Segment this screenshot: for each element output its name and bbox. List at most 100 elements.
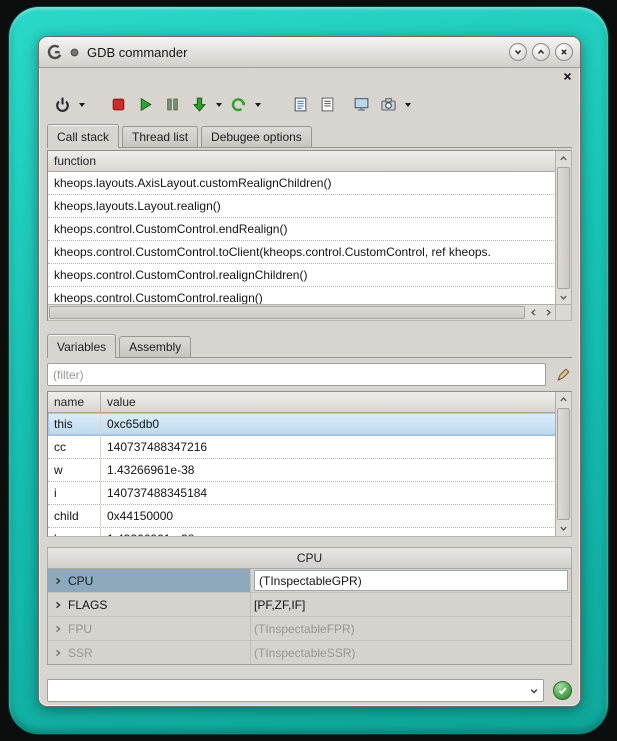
snapshot-button[interactable]	[375, 91, 401, 117]
variable-value: 0x44150000	[101, 505, 556, 527]
dropdown-chevron-icon	[79, 103, 85, 110]
cpu-row-value-cell	[251, 569, 571, 592]
scroll-left-button[interactable]	[526, 305, 541, 320]
cpu-row-value-cell: (TInspectableFPR)	[251, 617, 571, 640]
variable-row[interactable]: i 140737488345184	[48, 482, 556, 505]
cpu-row[interactable]: FLAGS [PF,ZF,IF]	[48, 593, 571, 617]
cpu-row[interactable]: CPU	[48, 569, 571, 593]
cpu-register-grid: CPU FLAGS [PF,ZF,IF] FPU	[47, 569, 572, 665]
call-stack-row[interactable]: kheops.control.CustomControl.toClient(kh…	[48, 241, 556, 264]
app-subicon	[69, 47, 80, 58]
tab-call-stack[interactable]: Call stack	[47, 124, 119, 148]
variables-vertical-scrollbar[interactable]	[555, 392, 571, 536]
document-button[interactable]	[287, 91, 313, 117]
step-over-menu-button[interactable]	[252, 91, 263, 117]
variable-row[interactable]: cc 140737488347216	[48, 436, 556, 459]
variable-value: 140737488345184	[101, 482, 556, 504]
variable-row[interactable]: this 0xc65db0	[48, 413, 556, 436]
cpu-row-name-cell: CPU	[48, 569, 251, 592]
list-icon	[319, 96, 336, 113]
command-dropdown-button[interactable]	[526, 681, 542, 700]
close-button[interactable]	[555, 43, 573, 61]
step-into-button[interactable]	[186, 91, 212, 117]
power-icon	[54, 96, 71, 113]
variable-row[interactable]: b 1.43266961e-38	[48, 528, 556, 536]
call-stack-horizontal-scrollbar[interactable]	[48, 304, 556, 320]
variable-value: 1.43266961e-38	[101, 459, 556, 481]
run-button[interactable]	[132, 91, 158, 117]
variable-row[interactable]: w 1.43266961e-38	[48, 459, 556, 482]
debug-toolbar	[39, 83, 580, 123]
power-menu-button[interactable]	[76, 91, 87, 117]
pause-icon	[164, 96, 181, 113]
column-header-value[interactable]: value	[101, 395, 556, 409]
gdb-commander-window: GDB commander	[38, 36, 581, 707]
watch-window-button[interactable]	[348, 91, 374, 117]
scroll-right-button[interactable]	[541, 305, 556, 320]
dock-close-button[interactable]	[561, 70, 574, 83]
variable-row[interactable]: child 0x44150000	[48, 505, 556, 528]
stop-button[interactable]	[105, 91, 131, 117]
command-row	[47, 679, 572, 702]
step-into-menu-button[interactable]	[213, 91, 224, 117]
variables-table: name value this 0xc65db0 cc 140737488347…	[48, 392, 556, 536]
window-title: GDB commander	[87, 45, 187, 60]
tab-thread-list[interactable]: Thread list	[122, 126, 198, 147]
filter-input[interactable]	[47, 363, 546, 386]
cpu-row-name-cell: FPU	[48, 617, 251, 640]
scroll-thumb[interactable]	[557, 167, 570, 289]
window-client-area: Call stack Thread list Debugee options f…	[39, 68, 580, 706]
scroll-down-button[interactable]	[556, 521, 571, 536]
play-icon	[137, 96, 154, 113]
call-stack-row[interactable]: kheops.layouts.AxisLayout.customRealignC…	[48, 172, 556, 195]
scroll-up-button[interactable]	[556, 151, 571, 166]
power-button[interactable]	[49, 91, 75, 117]
scroll-thumb[interactable]	[49, 306, 525, 319]
expander-chevron-icon[interactable]	[52, 575, 64, 587]
tab-debugee-options[interactable]: Debugee options	[201, 126, 312, 147]
tab-variables[interactable]: Variables	[47, 334, 116, 358]
minimize-button[interactable]	[509, 43, 527, 61]
cpu-row[interactable]: FPU (TInspectableFPR)	[48, 617, 571, 641]
tab-assembly[interactable]: Assembly	[119, 336, 191, 357]
scroll-thumb[interactable]	[557, 408, 570, 520]
snapshot-menu-button[interactable]	[402, 91, 413, 117]
scroll-down-button[interactable]	[556, 290, 571, 305]
list-button[interactable]	[314, 91, 340, 117]
confirm-button[interactable]	[553, 681, 572, 700]
inspector-tab-bar: Variables Assembly	[47, 333, 572, 358]
cpu-row-label: FPU	[68, 622, 92, 636]
stop-icon	[110, 96, 127, 113]
column-header-name[interactable]: name	[48, 392, 101, 412]
call-stack-list: function kheops.layouts.AxisLayout.custo…	[48, 151, 556, 305]
call-stack-row[interactable]: kheops.control.CustomControl.endRealign(…	[48, 218, 556, 241]
step-over-button[interactable]	[225, 91, 251, 117]
cpu-value-editor[interactable]	[254, 570, 568, 591]
chevron-down-icon	[559, 524, 568, 533]
command-input[interactable]	[47, 679, 544, 702]
pause-button[interactable]	[159, 91, 185, 117]
titlebar[interactable]: GDB commander	[39, 37, 580, 68]
pen-hand-icon	[555, 367, 571, 383]
maximize-button[interactable]	[532, 43, 550, 61]
expander-chevron-icon[interactable]	[52, 599, 64, 611]
cpu-row[interactable]: SSR (TInspectableSSR)	[48, 641, 571, 664]
call-stack-row[interactable]: kheops.control.CustomControl.realignChil…	[48, 264, 556, 287]
call-stack-column-header[interactable]: function	[48, 151, 556, 172]
chevron-down-icon	[529, 686, 539, 696]
scroll-up-button[interactable]	[556, 392, 571, 407]
expander-chevron-icon[interactable]	[52, 647, 64, 659]
cpu-row-value-cell: (TInspectableSSR)	[251, 641, 571, 664]
decorative-teal-frame: GDB commander	[9, 7, 608, 734]
variable-name: cc	[48, 436, 101, 458]
call-stack-row[interactable]: kheops.layouts.Layout.realign()	[48, 195, 556, 218]
command-combobox[interactable]	[47, 679, 544, 702]
step-down-arrow-icon	[191, 96, 208, 113]
call-stack-vertical-scrollbar[interactable]	[555, 151, 571, 305]
curved-arrow-icon	[230, 96, 247, 113]
call-stack-row[interactable]: kheops.control.CustomControl.realign()	[48, 287, 556, 305]
expander-chevron-icon[interactable]	[52, 623, 64, 635]
scrollbar-corner	[555, 304, 571, 320]
filter-edit-button[interactable]	[554, 366, 572, 384]
variable-name: w	[48, 459, 101, 481]
